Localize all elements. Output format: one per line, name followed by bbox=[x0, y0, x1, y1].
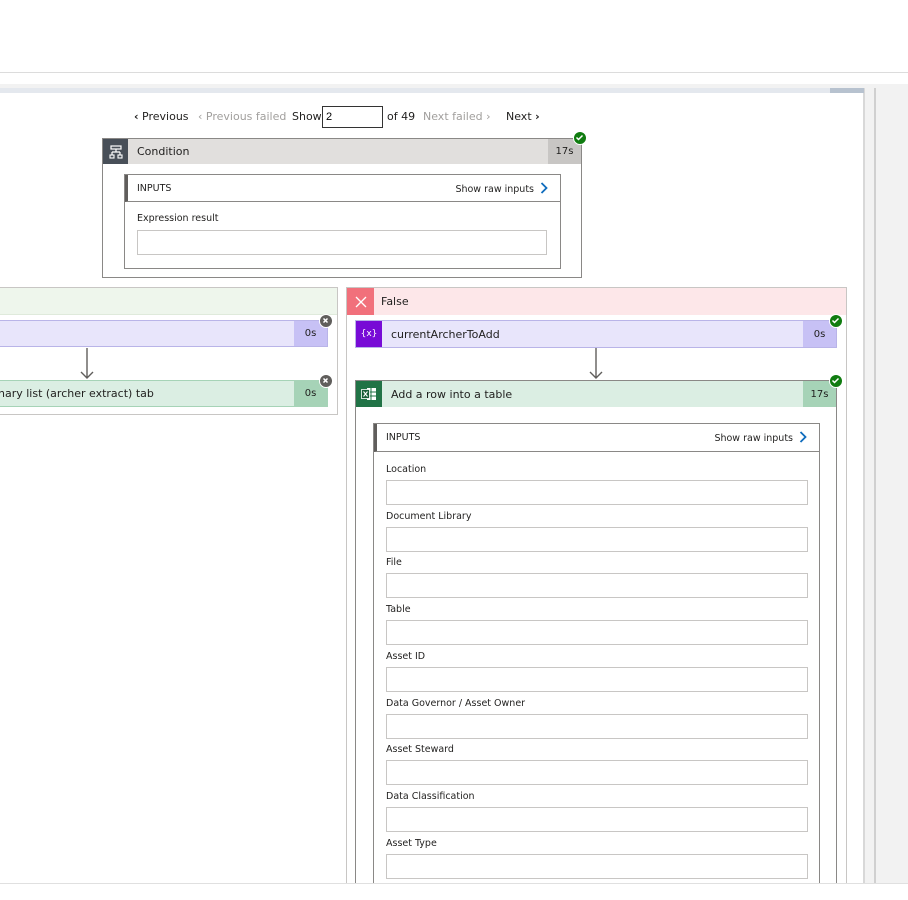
condition-header[interactable]: Condition 17s bbox=[103, 139, 581, 164]
true-branch-header bbox=[0, 288, 337, 315]
variable-icon: {x} bbox=[356, 321, 382, 347]
condition-inputs-panel: INPUTS Show raw inputs Expression result bbox=[124, 174, 561, 269]
previous-button[interactable]: ‹ Previous bbox=[134, 110, 189, 123]
show-raw-inputs-link[interactable]: Show raw inputs bbox=[714, 431, 807, 446]
table-value bbox=[386, 620, 808, 645]
top-toolbar bbox=[0, 0, 908, 73]
left-action-1[interactable]: 0s bbox=[0, 320, 328, 347]
asset-type-value bbox=[386, 854, 808, 879]
asset-type-label: Asset Type bbox=[386, 838, 437, 849]
expression-result-value bbox=[137, 230, 547, 255]
chevron-right-icon: › bbox=[486, 110, 491, 123]
left-action-2-title: nary list (archer extract) tab bbox=[0, 387, 154, 400]
location-label: Location bbox=[386, 464, 427, 475]
right-panel-divider bbox=[874, 88, 876, 884]
asset-id-label: Asset ID bbox=[386, 651, 426, 662]
canvas-scroll-thumb[interactable] bbox=[830, 88, 864, 93]
success-check-icon bbox=[829, 374, 843, 388]
asset-steward-value bbox=[386, 760, 808, 785]
show-raw-inputs-link[interactable]: Show raw inputs bbox=[455, 182, 548, 197]
condition-icon bbox=[103, 139, 128, 164]
close-icon bbox=[347, 288, 374, 315]
next-failed-button[interactable]: Next failed › bbox=[423, 110, 491, 123]
show-label: Show bbox=[292, 110, 322, 123]
data-classification-value bbox=[386, 807, 808, 832]
add-row-action-title: Add a row into a table bbox=[391, 387, 513, 401]
chevron-left-icon: ‹ bbox=[134, 110, 139, 123]
document-library-label: Document Library bbox=[386, 511, 472, 522]
set-variable-action[interactable]: {x} currentArcherToAdd 0s bbox=[355, 320, 837, 348]
skipped-icon bbox=[319, 314, 333, 328]
data-governor-value bbox=[386, 714, 808, 739]
total-count: of 49 bbox=[387, 110, 416, 123]
flow-arrow-icon bbox=[80, 348, 94, 379]
file-value bbox=[386, 573, 808, 598]
inputs-header: INPUTS Show raw inputs bbox=[374, 424, 819, 452]
false-label: False bbox=[381, 295, 409, 308]
inputs-header: INPUTS Show raw inputs bbox=[125, 175, 560, 202]
location-value bbox=[386, 480, 808, 505]
variable-action-title: currentArcherToAdd bbox=[391, 327, 500, 341]
skipped-icon bbox=[319, 374, 333, 388]
chevron-right-icon: › bbox=[535, 110, 540, 123]
chevron-left-icon: ‹ bbox=[198, 110, 203, 123]
table-label: Table bbox=[386, 604, 411, 615]
data-classification-label: Data Classification bbox=[386, 791, 475, 802]
canvas-scroll-track bbox=[0, 88, 830, 93]
excel-icon bbox=[356, 381, 382, 407]
asset-id-value bbox=[386, 667, 808, 692]
chevron-right-icon bbox=[799, 431, 807, 446]
add-row-action-header[interactable]: Add a row into a table 17s bbox=[356, 381, 836, 407]
chevron-right-icon bbox=[540, 182, 548, 197]
flow-arrow-icon bbox=[589, 348, 603, 379]
condition-card[interactable]: Condition 17s INPUTS Show raw inputs Exp… bbox=[102, 138, 582, 278]
success-check-icon bbox=[573, 131, 587, 145]
next-button[interactable]: Next › bbox=[506, 110, 540, 123]
field-label: Expression result bbox=[137, 213, 219, 224]
left-action-2[interactable]: nary list (archer extract) tab 0s bbox=[0, 380, 328, 407]
previous-failed-button[interactable]: ‹ Previous failed bbox=[198, 110, 286, 123]
asset-steward-label: Asset Steward bbox=[386, 744, 454, 755]
horizontal-scrollbar[interactable] bbox=[0, 883, 908, 900]
success-check-icon bbox=[829, 314, 843, 328]
document-library-value bbox=[386, 527, 808, 552]
add-row-inputs-panel: INPUTS Show raw inputs Location Document… bbox=[373, 423, 820, 893]
false-branch-header[interactable]: False bbox=[347, 288, 846, 315]
add-row-action-card[interactable]: Add a row into a table 17s INPUTS Show r… bbox=[355, 380, 837, 893]
data-governor-label: Data Governor / Asset Owner bbox=[386, 698, 526, 709]
iteration-input[interactable] bbox=[322, 106, 383, 128]
condition-title: Condition bbox=[137, 145, 190, 158]
file-label: File bbox=[386, 557, 402, 568]
